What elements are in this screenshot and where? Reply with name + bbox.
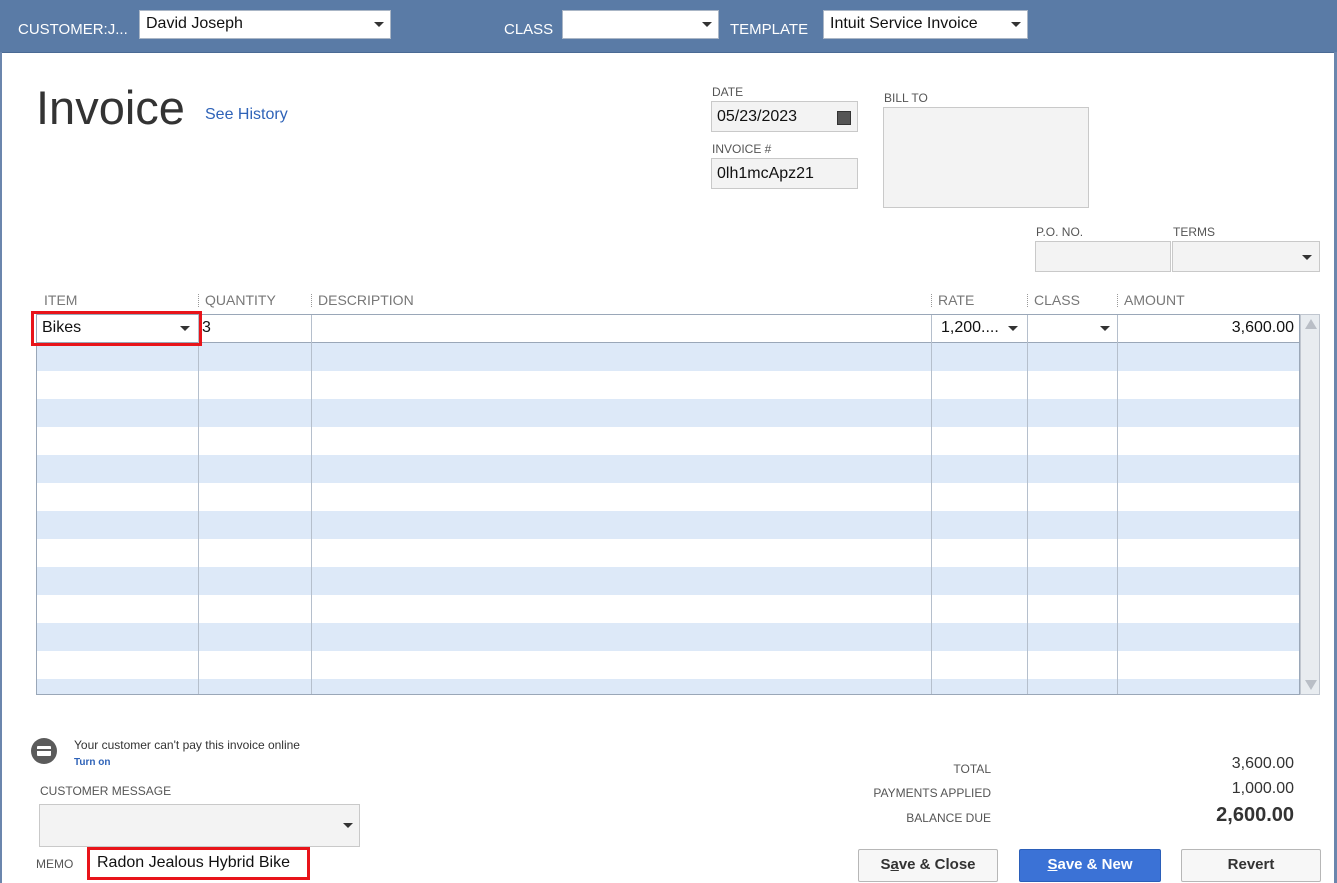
save-close-mnemonic: a <box>890 856 899 873</box>
total-label: TOTAL <box>953 762 991 776</box>
save-new-mnemonic: S <box>1047 856 1058 873</box>
customer-message-label: CUSTOMER MESSAGE <box>40 784 172 798</box>
payments-applied-label: PAYMENTS APPLIED <box>873 786 991 800</box>
template-label: TEMPLATE <box>730 21 809 38</box>
balance-due-label: BALANCE DUE <box>906 811 991 825</box>
column-header-item[interactable]: ITEM <box>44 292 77 308</box>
column-divider[interactable] <box>1027 294 1029 307</box>
class-dropdown[interactable] <box>562 10 719 39</box>
column-header-quantity[interactable]: QUANTITY <box>205 292 276 308</box>
column-line <box>1027 315 1028 694</box>
quantity-cell[interactable]: 3 <box>202 319 211 337</box>
terms-dropdown[interactable] <box>1172 241 1320 272</box>
template-dropdown[interactable]: Intuit Service Invoice <box>823 10 1028 39</box>
window-frame-left <box>0 52 2 883</box>
memo-highlight <box>87 847 310 880</box>
column-line <box>1117 315 1118 694</box>
item-cell-highlight <box>31 311 202 346</box>
date-field[interactable]: 05/23/2023 <box>711 101 858 132</box>
column-divider[interactable] <box>931 294 933 307</box>
chevron-down-icon <box>702 22 712 27</box>
payments-applied-value: 1,000.00 <box>1231 780 1294 797</box>
chevron-down-icon[interactable] <box>1100 326 1110 331</box>
column-header-rate[interactable]: RATE <box>938 292 974 308</box>
balance-due-value: 2,600.00 <box>1216 804 1294 826</box>
invoice-header-bar: CUSTOMER:J... David Joseph CLASS TEMPLAT… <box>0 0 1337 53</box>
column-header-description[interactable]: DESCRIPTION <box>318 292 414 308</box>
revert-button[interactable]: Revert <box>1181 849 1321 882</box>
column-line <box>931 315 932 694</box>
column-header-class[interactable]: CLASS <box>1034 292 1080 308</box>
scroll-up-icon[interactable] <box>1305 319 1317 329</box>
save-new-button[interactable]: Save & New <box>1019 849 1161 882</box>
date-label: DATE <box>712 85 744 99</box>
po-number-label: P.O. NO. <box>1036 225 1084 239</box>
chevron-down-icon[interactable] <box>1008 326 1018 331</box>
save-close-button[interactable]: Save & Close <box>858 849 998 882</box>
bill-to-field[interactable] <box>883 107 1089 208</box>
table-row[interactable]: Bikes 3 1,200.... 3,600.00 <box>37 315 1299 343</box>
class-label: CLASS <box>504 21 554 38</box>
line-items-table: Bikes 3 1,200.... 3,600.00 <box>36 314 1300 695</box>
chevron-down-icon <box>1302 255 1312 260</box>
total-value: 3,600.00 <box>1231 755 1294 772</box>
customer-message-dropdown[interactable] <box>39 804 360 847</box>
online-payment-message: Your customer can't pay this invoice onl… <box>74 738 300 752</box>
page-title: Invoice <box>36 81 185 134</box>
column-header-amount[interactable]: AMOUNT <box>1124 292 1185 308</box>
column-line <box>198 315 199 694</box>
turn-on-link[interactable]: Turn on <box>74 757 110 768</box>
table-scrollbar[interactable] <box>1300 314 1320 695</box>
column-divider[interactable] <box>198 294 200 307</box>
date-value: 05/23/2023 <box>717 108 798 125</box>
see-history-link[interactable]: See History <box>205 106 288 124</box>
card-icon <box>31 738 57 764</box>
rate-cell[interactable]: 1,200.... <box>941 319 999 337</box>
customer-job-label: CUSTOMER:J... <box>18 21 128 38</box>
save-close-label-start: S <box>880 856 891 873</box>
customer-job-dropdown[interactable]: David Joseph <box>139 10 391 39</box>
chevron-down-icon <box>374 22 384 27</box>
template-value: Intuit Service Invoice <box>830 15 978 32</box>
terms-label: TERMS <box>1173 225 1215 239</box>
invoice-number-label: INVOICE # <box>712 142 772 156</box>
memo-label: MEMO <box>36 857 74 871</box>
chevron-down-icon <box>1011 22 1021 27</box>
invoice-number-value: 0lh1mcApz21 <box>717 165 814 182</box>
po-number-field[interactable] <box>1035 241 1171 272</box>
customer-job-value: David Joseph <box>146 15 243 32</box>
invoice-number-field[interactable]: 0lh1mcApz21 <box>711 158 858 189</box>
amount-cell[interactable]: 3,600.00 <box>1232 319 1294 337</box>
bill-to-label: BILL TO <box>884 91 928 105</box>
save-new-label: ave & New <box>1057 856 1133 873</box>
column-line <box>311 315 312 694</box>
save-close-label-end: ve & Close <box>898 856 976 873</box>
column-divider[interactable] <box>1117 294 1119 307</box>
chevron-down-icon <box>343 823 353 828</box>
column-divider[interactable] <box>311 294 313 307</box>
calendar-icon[interactable] <box>837 111 851 125</box>
scroll-down-icon[interactable] <box>1305 680 1317 690</box>
